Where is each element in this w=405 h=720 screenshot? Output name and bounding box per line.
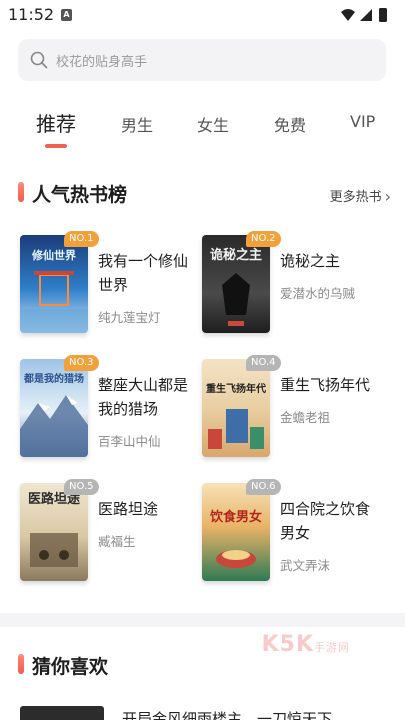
section-marker — [18, 654, 24, 674]
rank-badge: NO.3 — [64, 355, 99, 371]
watermark-logo: K5K手游网 — [261, 632, 350, 657]
tab-male[interactable]: 男生 — [121, 112, 153, 136]
tab-recommend[interactable]: 推荐 — [36, 108, 76, 137]
more-label: 更多热书 — [329, 190, 382, 205]
book-title: 重生飞扬年代 — [280, 376, 371, 394]
section-title: 人气热书榜 — [32, 184, 128, 206]
header: 校花的贴身高手 推荐 男生 女生 免费 VIP — [0, 30, 405, 165]
book-item[interactable]: 诡秘之主 NO.2 诡秘之主 爱潜水的乌贼 — [202, 231, 392, 345]
search-icon — [30, 51, 48, 69]
tab-female[interactable]: 女生 — [197, 112, 229, 136]
category-tabs: 推荐 男生 女生 免费 VIP — [0, 108, 405, 156]
search-input[interactable]: 校花的贴身高手 — [18, 39, 386, 81]
search-placeholder: 校花的贴身高手 — [56, 55, 148, 70]
book-author: 金蟾老祖 — [280, 410, 331, 425]
cover-art — [222, 273, 250, 326]
cover-art — [216, 550, 256, 568]
wifi-icon — [341, 9, 355, 21]
book-item[interactable]: 饮食男女 NO.6 四合院之饮食男女 武文弄沫 — [202, 479, 392, 593]
status-bar: 11:52 A — [0, 0, 405, 30]
rank-badge: NO.6 — [246, 479, 281, 495]
book-item[interactable]: 都是我的猎场 NO.3 整座大山都是我的猎场 百李山中仙 — [20, 355, 210, 469]
chevron-right-icon: › — [384, 187, 391, 206]
cover-art — [208, 409, 264, 449]
rank-badge: NO.1 — [64, 231, 99, 247]
book-title: 整座大山都是我的猎场 — [98, 376, 189, 418]
signal-icon — [360, 9, 372, 21]
section-title: 猜你喜欢 — [32, 656, 109, 678]
rank-badge: NO.4 — [246, 355, 281, 371]
cover-art — [20, 395, 88, 457]
tab-vip[interactable]: VIP — [350, 112, 375, 131]
book-cover: 重生飞扬年代 — [202, 359, 270, 457]
list-item[interactable]: 开局金风细雨楼主，一刀惊天下 — [0, 700, 405, 720]
book-author: 百李山中仙 — [98, 434, 161, 449]
notification-app-icon: A — [61, 9, 72, 21]
book-item[interactable]: 医路坦途 NO.5 医路坦途 臧福生 — [20, 479, 210, 593]
book-cover: 诡秘之主 — [202, 235, 270, 333]
book-title: 四合院之饮食男女 — [280, 500, 371, 542]
book-cover-thumbnail — [20, 706, 104, 720]
section-marker — [18, 182, 24, 202]
book-title: 诡秘之主 — [280, 252, 341, 270]
battery-icon — [379, 8, 387, 22]
book-author: 纯九莲宝灯 — [98, 310, 161, 325]
rank-badge: NO.5 — [64, 479, 99, 495]
hot-books-section: 人气热书榜 更多热书 › 修仙世界 NO.1 我有一个修仙世界 纯九莲宝灯 诡秘之… — [0, 165, 405, 613]
cover-art — [20, 271, 88, 333]
system-status-icons — [341, 8, 387, 22]
book-author: 爱潜水的乌贼 — [280, 286, 356, 301]
book-cover: 都是我的猎场 — [20, 359, 88, 457]
book-title: 我有一个修仙世界 — [98, 252, 189, 294]
active-tab-indicator — [45, 144, 67, 148]
book-title: 医路坦途 — [98, 500, 159, 518]
book-item[interactable]: 修仙世界 NO.1 我有一个修仙世界 纯九莲宝灯 — [20, 231, 210, 345]
book-item[interactable]: 重生飞扬年代 NO.4 重生飞扬年代 金蟾老祖 — [202, 355, 392, 469]
tab-free[interactable]: 免费 — [274, 112, 306, 136]
status-time: 11:52 — [8, 5, 55, 24]
cover-art — [30, 533, 78, 567]
book-cover: 饮食男女 — [202, 483, 270, 581]
book-cover: 修仙世界 — [20, 235, 88, 333]
book-author: 武文弄沫 — [280, 558, 331, 573]
book-title: 开局金风细雨楼主，一刀惊天下 — [122, 710, 333, 720]
book-author: 臧福生 — [98, 534, 136, 549]
book-cover: 医路坦途 — [20, 483, 88, 581]
rank-badge: NO.2 — [246, 231, 281, 247]
more-hot-books-link[interactable]: 更多热书 › — [329, 186, 391, 206]
